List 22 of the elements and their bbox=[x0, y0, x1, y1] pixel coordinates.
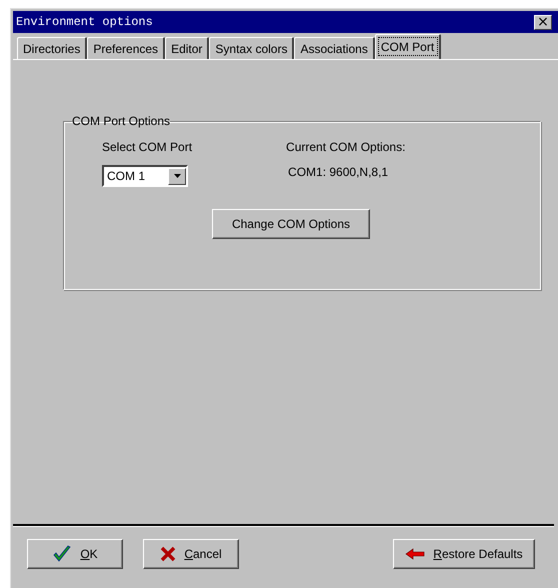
close-button[interactable]: × bbox=[534, 14, 552, 30]
group-title: COM Port Options bbox=[72, 114, 170, 128]
checkmark-icon bbox=[52, 545, 72, 563]
restore-button[interactable]: Restore Defaults bbox=[393, 539, 535, 569]
cross-icon bbox=[160, 546, 176, 562]
ok-button[interactable]: OK bbox=[27, 539, 123, 569]
tab[interactable]: Syntax colors bbox=[209, 37, 294, 59]
tab[interactable]: COM Port bbox=[374, 34, 442, 59]
caret-icon bbox=[174, 174, 180, 178]
arrow-left-icon bbox=[405, 548, 426, 560]
current-options-label: Current COM Options: bbox=[286, 140, 406, 154]
tab[interactable]: Directories bbox=[17, 37, 88, 59]
cancel-button[interactable]: Cancel bbox=[143, 539, 239, 569]
change-options-button[interactable]: Change COM Options bbox=[212, 209, 370, 239]
tab[interactable]: Preferences bbox=[87, 37, 166, 59]
window-title: Environment options bbox=[16, 15, 153, 29]
dropdown-button[interactable] bbox=[168, 168, 186, 184]
current-options-value: COM1: 9600,N,8,1 bbox=[288, 165, 390, 179]
select-label: Select COM Port bbox=[102, 140, 192, 154]
tab[interactable]: Associations bbox=[294, 37, 375, 59]
port-dropdown[interactable]: COM 1 bbox=[102, 165, 188, 187]
tab[interactable]: Editor bbox=[165, 37, 210, 59]
